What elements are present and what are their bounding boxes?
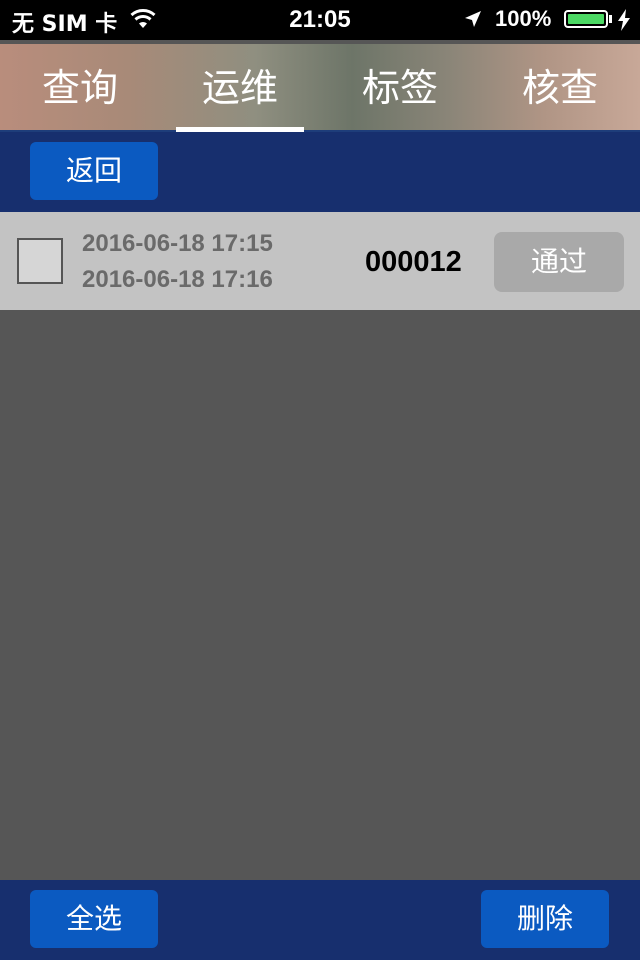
location-arrow-icon xyxy=(463,9,483,34)
tab-verify-label: 核查 xyxy=(521,66,598,110)
select-all-button[interactable]: 全选 xyxy=(30,890,158,948)
tab-query-label: 查询 xyxy=(41,66,118,110)
tab-maintenance[interactable]: 运维 xyxy=(160,44,320,132)
battery-nub xyxy=(609,15,612,23)
pass-button[interactable]: 通过 xyxy=(494,232,624,292)
back-button[interactable]: 返回 xyxy=(30,142,158,200)
toolbar: 返回 xyxy=(0,132,640,212)
status-bar: 无 SIM 卡 21:05 100% xyxy=(0,0,640,40)
battery-icon xyxy=(564,10,608,28)
row-code: 000012 xyxy=(365,246,462,278)
delete-button[interactable]: 删除 xyxy=(481,890,609,948)
row-checkbox[interactable] xyxy=(17,238,63,284)
tab-query[interactable]: 查询 xyxy=(0,44,160,132)
tab-maintenance-label: 运维 xyxy=(201,66,278,110)
list-empty-area xyxy=(0,310,640,880)
list-item[interactable]: 2016-06-18 17:15 2016-06-18 17:16 000012… xyxy=(0,212,640,310)
top-tab-bar: 查询 运维 标签 核查 xyxy=(0,44,640,132)
tab-verify[interactable]: 核查 xyxy=(480,44,640,132)
tab-tags[interactable]: 标签 xyxy=(320,44,480,132)
row-start-time: 2016-06-18 17:15 xyxy=(82,230,273,257)
battery-percent: 100% xyxy=(495,6,552,31)
charging-bolt-icon xyxy=(617,9,631,36)
tab-tags-label: 标签 xyxy=(361,66,438,110)
row-end-time: 2016-06-18 17:16 xyxy=(82,266,273,293)
bottom-toolbar: 全选 删除 xyxy=(0,880,640,960)
